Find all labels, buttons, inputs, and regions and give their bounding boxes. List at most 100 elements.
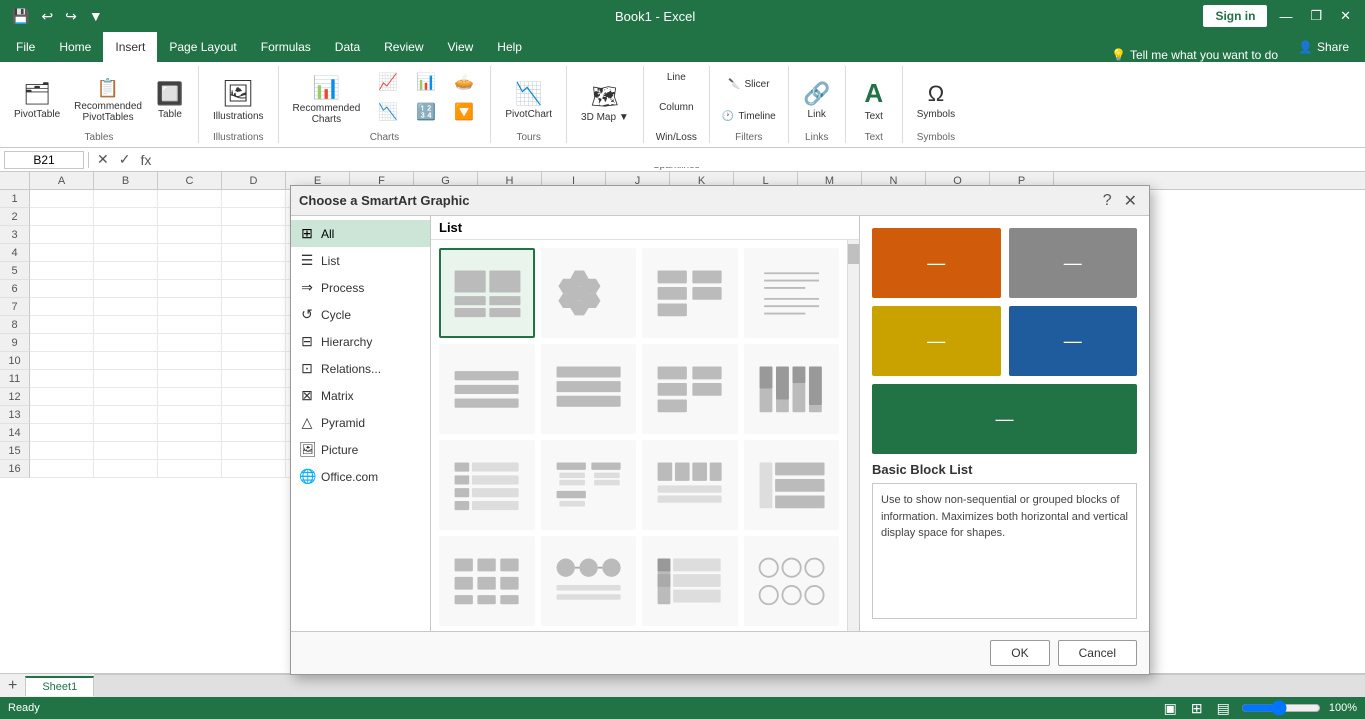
tab-help[interactable]: Help <box>485 32 534 62</box>
tab-home[interactable]: Home <box>47 32 103 62</box>
tab-review[interactable]: Review <box>372 32 435 62</box>
thumb-hexagon-cluster[interactable] <box>541 248 637 338</box>
thumb-target-list[interactable] <box>642 536 738 626</box>
more-charts-btn[interactable]: 🔽 <box>446 100 482 128</box>
illustrations-button[interactable]: 🖼 Illustrations <box>207 70 270 130</box>
list-icon: ☰ <box>299 252 315 269</box>
pivot-chart-button[interactable]: 📉 PivotChart <box>499 70 558 130</box>
close-btn[interactable]: ✕ <box>1334 6 1357 26</box>
category-list[interactable]: ☰ List <box>291 247 430 274</box>
link-label: Link <box>808 109 826 120</box>
cell-c1[interactable] <box>158 190 222 208</box>
formula-input[interactable] <box>159 153 1361 167</box>
cell-reference-box[interactable] <box>4 151 84 169</box>
thumb-double-vertical[interactable] <box>744 440 840 530</box>
sign-in-button[interactable]: Sign in <box>1203 5 1267 27</box>
slicer-button[interactable]: 🔪Slicer <box>724 70 773 98</box>
category-pyramid[interactable]: △ Pyramid <box>291 409 430 436</box>
column-sparkline-btn[interactable]: Column <box>655 100 697 128</box>
line-chart-btn[interactable]: 📉 <box>370 100 406 128</box>
swatch-yellow[interactable]: — <box>872 306 1001 376</box>
tell-me-text[interactable]: Tell me what you want to do <box>1130 48 1278 62</box>
thumb-stacked-list[interactable] <box>642 248 738 338</box>
minimize-btn[interactable]: — <box>1273 7 1298 26</box>
thumb-text-list[interactable] <box>744 248 840 338</box>
category-matrix[interactable]: ⊠ Matrix <box>291 382 430 409</box>
scroll-track[interactable] <box>847 240 859 631</box>
illustrations-items: 🖼 Illustrations <box>207 70 270 130</box>
text-button[interactable]: A Text <box>854 70 894 130</box>
tab-formulas[interactable]: Formulas <box>249 32 323 62</box>
page-layout-view-btn[interactable]: ⊞ <box>1188 700 1206 717</box>
thumb-trapezoid-list[interactable] <box>541 344 637 434</box>
recommended-charts-button[interactable]: 📊 Recommended Charts <box>287 70 367 130</box>
dialog-close-btn[interactable]: ✕ <box>1120 191 1141 211</box>
thumb-horizontal-multiline[interactable] <box>642 440 738 530</box>
pivottable-button[interactable]: 🗂 PivotTable <box>8 70 66 130</box>
table-button[interactable]: 🔲 Table <box>150 70 190 130</box>
cancel-button[interactable]: Cancel <box>1058 640 1137 666</box>
thumb-grouped-list[interactable] <box>541 440 637 530</box>
insert-function-btn[interactable]: fx <box>136 151 155 168</box>
undo-btn[interactable]: ↩ <box>37 6 57 27</box>
category-cycle[interactable]: ↺ Cycle <box>291 301 430 328</box>
zoom-slider[interactable] <box>1241 700 1321 716</box>
save-quick-btn[interactable]: 💾 <box>8 6 33 27</box>
tab-data[interactable]: Data <box>323 32 372 62</box>
thumb-vertical-boxes[interactable] <box>744 536 840 626</box>
bar-chart-btn[interactable]: 📈 <box>370 70 406 98</box>
recommended-pivottables-button[interactable]: 📋 Recommended PivotTables <box>68 70 148 130</box>
category-picture[interactable]: 🖼 Picture <box>291 436 430 463</box>
tab-page-layout[interactable]: Page Layout <box>157 32 248 62</box>
sheet1-tab[interactable]: Sheet1 <box>25 676 94 696</box>
cell-b1[interactable] <box>94 190 158 208</box>
col-C: C <box>158 172 222 189</box>
page-break-view-btn[interactable]: ▤ <box>1214 700 1233 717</box>
pie-chart-btn[interactable]: 🥧 <box>446 70 482 98</box>
restore-btn[interactable]: ❒ <box>1304 6 1328 26</box>
timeline-button[interactable]: 🕐Timeline <box>718 102 780 130</box>
thumb-square-accent[interactable] <box>439 440 535 530</box>
tab-view[interactable]: View <box>436 32 486 62</box>
swatch-gray[interactable]: — <box>1009 228 1138 298</box>
dialog-controls: ? ✕ <box>1099 191 1141 211</box>
category-relations[interactable]: ⊡ Relations... <box>291 355 430 382</box>
redo-btn[interactable]: ↪ <box>61 6 81 27</box>
thumb-vertical-split[interactable] <box>744 344 840 434</box>
cell-d1[interactable] <box>222 190 286 208</box>
link-button[interactable]: 🔗 Link <box>797 70 837 130</box>
cancel-formula-btn[interactable]: ✕ <box>93 151 113 168</box>
pivottable-label: PivotTable <box>14 109 60 120</box>
swatch-blue[interactable]: — <box>1009 306 1138 376</box>
scroll-thumb[interactable] <box>848 244 859 264</box>
scatter-chart-btn[interactable]: 🔢 <box>408 100 444 128</box>
category-officecom[interactable]: 🌐 Office.com <box>291 463 430 490</box>
ok-button[interactable]: OK <box>990 640 1049 666</box>
symbols-button[interactable]: Ω Symbols <box>911 70 961 130</box>
process-label: Process <box>321 281 364 295</box>
tab-insert[interactable]: Insert <box>103 32 157 62</box>
category-hierarchy[interactable]: ⊟ Hierarchy <box>291 328 430 355</box>
category-process[interactable]: ⇒ Process <box>291 274 430 301</box>
3dmap-button[interactable]: 🗺 3D Map ▼ <box>575 74 635 134</box>
thumb-basic-block[interactable] <box>439 248 535 338</box>
category-all[interactable]: ⊞ All <box>291 220 430 247</box>
swatch-green[interactable]: — <box>872 384 1137 454</box>
dialog-help-btn[interactable]: ? <box>1099 191 1116 211</box>
thumb-alternating-list[interactable] <box>642 344 738 434</box>
col-B: B <box>94 172 158 189</box>
cell-a1[interactable] <box>30 190 94 208</box>
swatch-orange[interactable]: — <box>872 228 1001 298</box>
thumb-circle-list[interactable] <box>541 536 637 626</box>
normal-view-btn[interactable]: ▣ <box>1161 700 1180 717</box>
share-button[interactable]: 👤 Share <box>1286 32 1361 62</box>
thumb-org-chart1[interactable] <box>439 536 535 626</box>
line-sparkline-btn[interactable]: Line <box>658 70 694 98</box>
add-sheet-button[interactable]: + <box>0 677 25 695</box>
thumbnails-panel[interactable] <box>431 240 847 631</box>
thumb-horizontal-bullet[interactable] <box>439 344 535 434</box>
customize-btn[interactable]: ▼ <box>85 6 107 26</box>
col-chart-btn[interactable]: 📊 <box>408 70 444 98</box>
confirm-formula-btn[interactable]: ✓ <box>115 151 135 168</box>
tab-file[interactable]: File <box>4 32 47 62</box>
